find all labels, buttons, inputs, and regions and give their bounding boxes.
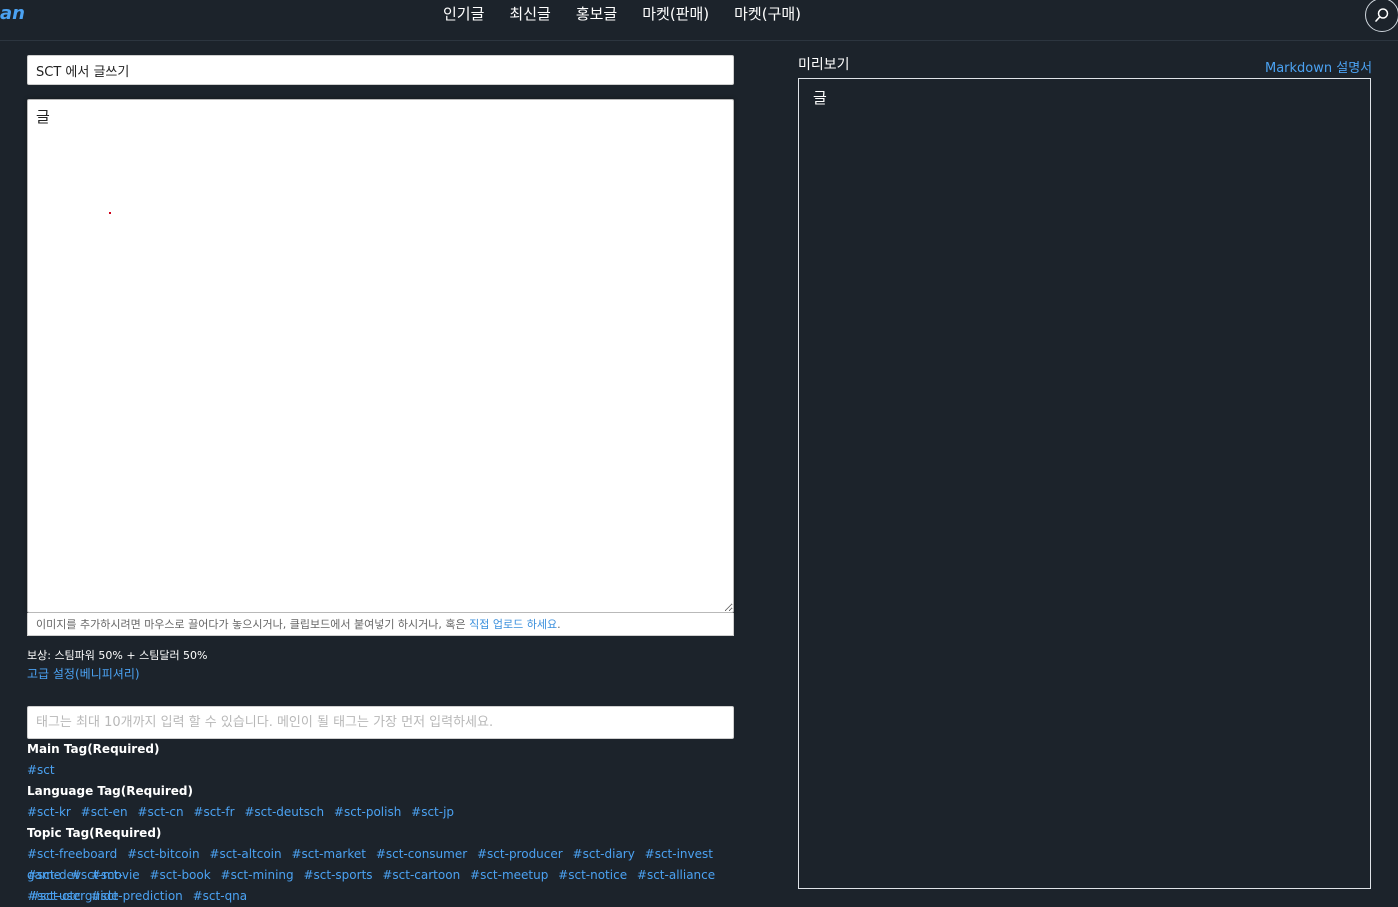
tag-link[interactable]: #sct-deutsch: [244, 805, 324, 819]
preview-label: 미리보기: [798, 57, 850, 73]
tag-link[interactable]: #sct-consumer: [376, 847, 467, 861]
reward-info: 보상: 스팀파워 50% + 스팀달러 50%: [27, 649, 208, 662]
tag-link[interactable]: #sct-otc: [30, 889, 81, 903]
nav-market-buy[interactable]: 마켓(구매): [734, 3, 801, 24]
tag-link[interactable]: #sct-mining: [221, 868, 294, 882]
direct-upload-link[interactable]: 직접 업로드 하세요: [469, 618, 557, 631]
site-logo[interactable]: an: [0, 3, 25, 24]
language-tag-heading: Language Tag(Required): [27, 784, 193, 798]
tag-link[interactable]: #sct-notice: [558, 868, 627, 882]
preview-panel: 글: [798, 78, 1371, 889]
tag-link[interactable]: #sct: [27, 763, 55, 777]
main-tag-heading: Main Tag(Required): [27, 742, 160, 756]
main-nav: 인기글 최신글 홍보글 마켓(판매) 마켓(구매): [443, 3, 801, 24]
post-body-editor[interactable]: 글: [27, 99, 734, 613]
tag-link[interactable]: #sct-meetup: [470, 868, 548, 882]
search-button[interactable]: [1365, 0, 1398, 32]
tag-link[interactable]: #sct-prediction: [91, 889, 183, 903]
nav-promotion[interactable]: 홍보글: [576, 3, 617, 24]
search-icon: [1375, 8, 1389, 22]
tag-link[interactable]: #sct-book: [150, 868, 211, 882]
tag-link[interactable]: #sct-sports: [303, 868, 372, 882]
language-tag-list: #sct-kr #sct-en #sct-cn #sct-fr #sct-deu…: [27, 802, 739, 823]
advanced-settings-link[interactable]: 고급 설정(베니피셔리): [27, 665, 140, 682]
cursor-artifact: [109, 212, 111, 214]
tag-link[interactable]: #sct-invest: [645, 847, 713, 861]
tag-link[interactable]: #sct-qna: [193, 889, 248, 903]
tag-link[interactable]: #sct-producer: [477, 847, 563, 861]
preview-content: 글: [813, 89, 827, 107]
nav-latest[interactable]: 최신글: [509, 3, 550, 24]
tag-link[interactable]: #sct-movie: [71, 868, 140, 882]
post-title-input[interactable]: [27, 55, 734, 85]
tag-link[interactable]: #sct-bitcoin: [127, 847, 199, 861]
tag-link[interactable]: #sct-kr: [27, 805, 71, 819]
tag-link[interactable]: game: [27, 868, 61, 882]
tag-link[interactable]: #sct-altcoin: [209, 847, 281, 861]
main-tag-list: #sct: [27, 760, 739, 781]
tag-link[interactable]: #sct-fr: [193, 805, 234, 819]
tag-link[interactable]: #sct-cartoon: [382, 868, 460, 882]
tag-link[interactable]: #sct-en: [81, 805, 128, 819]
topic-tag-list-line3: #sct-otc #sct-prediction #sct-qna: [30, 886, 742, 907]
tag-link[interactable]: #sct-alliance: [637, 868, 715, 882]
tag-link[interactable]: #sct-polish: [334, 805, 401, 819]
upload-hint: 이미지를 추가하시려면 마우스로 끌어다가 놓으시거나, 클립보드에서 붙여넣기…: [27, 613, 734, 636]
nav-market-sell[interactable]: 마켓(판매): [642, 3, 709, 24]
tag-link[interactable]: #sct-cn: [137, 805, 183, 819]
tag-link[interactable]: #sct-freeboard: [27, 847, 117, 861]
upload-hint-period: .: [557, 618, 561, 631]
tag-link[interactable]: #sct-market: [291, 847, 366, 861]
markdown-guide-link[interactable]: Markdown 설명서: [1265, 57, 1372, 76]
topic-tag-heading: Topic Tag(Required): [27, 826, 162, 840]
tag-link[interactable]: #sct-diary: [573, 847, 635, 861]
tag-link[interactable]: #sct-jp: [411, 805, 454, 819]
nav-popular[interactable]: 인기글: [443, 3, 484, 24]
tag-input[interactable]: [27, 706, 734, 739]
top-navigation-bar: an 인기글 최신글 홍보글 마켓(판매) 마켓(구매): [0, 0, 1398, 41]
upload-hint-text: 이미지를 추가하시려면 마우스로 끌어다가 놓으시거나, 클립보드에서 붙여넣기…: [36, 618, 470, 631]
